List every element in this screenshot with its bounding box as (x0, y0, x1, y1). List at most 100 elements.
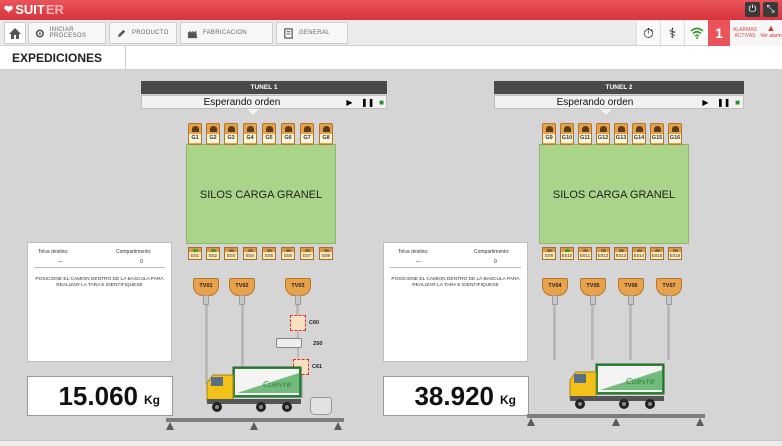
toolbar-label: GENERAL (299, 30, 330, 36)
view-alarms-button[interactable]: ▲ Ver alarm (760, 20, 782, 46)
valve-label: Z60 (313, 341, 323, 347)
brand-name-suffix: ER (45, 2, 64, 17)
silo-g7[interactable]: G7 (300, 123, 314, 145)
silo-g15[interactable]: G15 (650, 123, 664, 145)
tolva-destino-label: Tolva destino: (398, 249, 429, 255)
tolva-destino-value: --- (416, 259, 421, 265)
toolbar-label: PRODUCTO (132, 30, 169, 36)
outlet-e012[interactable]: E012 (596, 247, 610, 260)
hopper-tv07[interactable]: TV07 (656, 278, 682, 308)
tunnel-1-header: TUNEL 1 (141, 81, 387, 94)
wifi-icon[interactable] (684, 21, 708, 45)
outlet-e02[interactable]: E02 (206, 247, 220, 260)
silo-g12[interactable]: G12 (596, 123, 610, 145)
compartimento-value: 0 (494, 259, 497, 265)
outlet-e010[interactable]: E010 (560, 247, 574, 260)
title-bar: ❤ SUIT ER ⏻ ⤡ (0, 0, 782, 20)
home-button[interactable] (4, 22, 26, 44)
play-icon[interactable]: ▶ (345, 98, 354, 107)
silo-g16[interactable]: G16 (668, 123, 682, 145)
stop-icon[interactable]: ■ (377, 98, 386, 107)
pause-icon[interactable]: ❚❚ (361, 98, 374, 107)
bucket (310, 397, 332, 415)
silo-g13[interactable]: G13 (614, 123, 628, 145)
app-window: ❤ SUIT ER ⏻ ⤡ INICIAR PROCESOS PRODUCTO F… (0, 0, 782, 446)
silo-block-2: SILOS CARGA GRANEL (539, 144, 689, 244)
toolbar-producto[interactable]: PRODUCTO (109, 22, 177, 44)
silo-g2[interactable]: G2 (206, 123, 220, 145)
silo-g11[interactable]: G11 (578, 123, 592, 145)
silo-g14[interactable]: G14 (632, 123, 646, 145)
status-strip (0, 440, 782, 446)
pencil-icon (117, 29, 126, 37)
compartimento-value: 0 (140, 259, 143, 265)
outlet-e014[interactable]: E014 (632, 247, 646, 260)
silo-g6[interactable]: G6 (281, 123, 295, 145)
scale-support (250, 422, 258, 430)
settings-icon (35, 28, 44, 38)
scale-support (696, 418, 704, 426)
active-alarms-label[interactable]: ALARMAS ACTIVAS (730, 20, 760, 46)
hopper-tv05[interactable]: TV05 (580, 278, 606, 308)
sensor-c60[interactable]: C60 (290, 315, 319, 331)
toolbar-general[interactable]: GENERAL (276, 22, 348, 44)
outlet-e03[interactable]: E03 (224, 247, 238, 260)
outlet-e016[interactable]: E016 (668, 247, 682, 260)
instruction-message: POSICIONE EL CAMION DENTRO DE LA BASCULA… (35, 277, 164, 288)
outlet-e07[interactable]: E07 (300, 247, 314, 260)
pause-icon[interactable]: ❚❚ (717, 98, 730, 107)
power-icon[interactable]: ⏻ (745, 2, 760, 17)
stop-icon[interactable]: ■ (733, 98, 742, 107)
outlet-e04[interactable]: E04 (243, 247, 257, 260)
toolbar-iniciar-procesos[interactable]: INICIAR PROCESOS (28, 22, 106, 44)
truck-1: Cuevre (206, 366, 302, 412)
weight-value: 15.060 (58, 381, 138, 411)
hopper-tv04[interactable]: TV04 (542, 278, 568, 308)
outlet-e06[interactable]: E06 (281, 247, 295, 260)
page-header: EXPEDICIONES (0, 46, 782, 70)
outlet-e015[interactable]: E015 (650, 247, 664, 260)
factory-icon (187, 30, 198, 38)
outlet-e011[interactable]: E011 (578, 247, 592, 260)
hopper-tv03[interactable]: TV03 (285, 278, 311, 308)
outlet-e013[interactable]: E013 (614, 247, 628, 260)
view-alarms-label: Ver alarm (760, 33, 782, 39)
tolva-destino-label: Tolva destino: (38, 249, 69, 255)
silo-g4[interactable]: G4 (243, 123, 257, 145)
truck-2: Cuevre (569, 363, 665, 409)
compartimento-label: Compartimento: (116, 249, 152, 255)
silo-label: SILOS CARGA GRANEL (199, 189, 323, 201)
hopper-tv01[interactable]: TV01 (193, 278, 219, 308)
status-area: ⏱ ⚕ 1 ALARMAS ACTIVAS ▲ Ver alarm (636, 20, 782, 46)
toolbar-fabricacion[interactable]: FABRICACION (180, 22, 273, 44)
silo-g9[interactable]: G9 (542, 123, 556, 145)
tunnel-2-state-bar: Esperando orden ▶ ❚❚ ■ (494, 95, 744, 109)
hopper-tv02[interactable]: TV02 (229, 278, 255, 308)
outlet-e05[interactable]: E05 (262, 247, 276, 260)
valve-z60[interactable]: Z60 (276, 338, 322, 348)
brand-name: SUIT (15, 2, 45, 17)
tunnel-1-info-panel: Tolva destino: Compartimento: --- 0 POSI… (27, 242, 172, 362)
silo-g5[interactable]: G5 (262, 123, 276, 145)
page-title: EXPEDICIONES (0, 46, 126, 70)
tunnel-1-weight-display: 15.060 Kg (27, 376, 173, 416)
play-icon[interactable]: ▶ (701, 98, 710, 107)
scale-support (166, 422, 174, 430)
outlet-e01[interactable]: E01 (188, 247, 202, 260)
instruction-message: POSICIONE EL CAMION DENTRO DE LA BASCULA… (391, 277, 520, 288)
outlet-e09[interactable]: E09 (542, 247, 556, 260)
alarm-count-badge[interactable]: 1 (708, 20, 730, 46)
silo-g10[interactable]: G10 (560, 123, 574, 145)
silo-g8[interactable]: G8 (319, 123, 333, 145)
silo-g3[interactable]: G3 (224, 123, 238, 145)
stethoscope-icon[interactable]: ⚕ (660, 21, 684, 45)
hopper-tv06[interactable]: TV06 (618, 278, 644, 308)
silo-g1[interactable]: G1 (188, 123, 202, 145)
tunnel-1-state-bar: Esperando orden ▶ ❚❚ ■ (141, 95, 387, 109)
scale-support (334, 422, 342, 430)
weight-unit: Kg (500, 393, 516, 407)
weight-unit: Kg (144, 393, 160, 407)
outlet-e08[interactable]: E08 (319, 247, 333, 260)
minimize-icon[interactable]: ⤡ (763, 2, 778, 17)
timer-icon[interactable]: ⏱ (636, 21, 660, 45)
